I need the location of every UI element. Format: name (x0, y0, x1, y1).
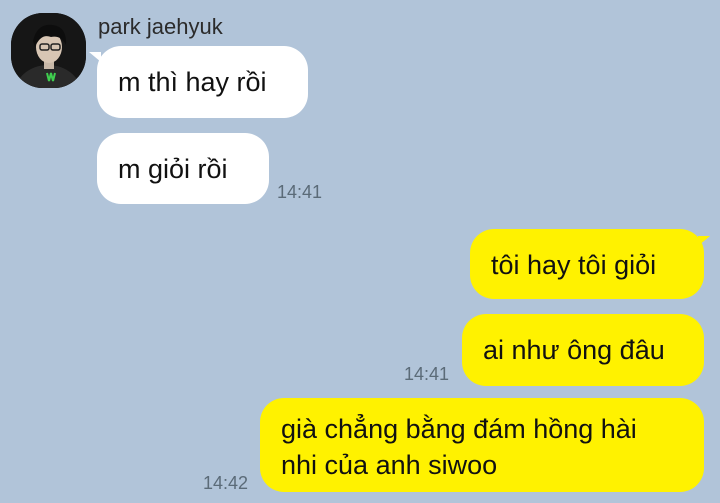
sender-name: park jaehyuk (98, 14, 223, 39)
message-text: m giỏi rồi (118, 154, 228, 184)
message-timestamp: 14:41 (404, 364, 450, 384)
user-avatar-photo-icon (11, 13, 86, 88)
message-text: tôi hay tôi giỏi (491, 250, 657, 280)
message-text-line: già chẳng bằng đám hồng hài (281, 414, 637, 444)
message-timestamp: 14:42 (203, 473, 249, 493)
incoming-message-bubble[interactable]: m giỏi rồi (97, 133, 269, 204)
message-text-line: nhi của anh siwoo (281, 450, 498, 480)
incoming-message-bubble[interactable]: m thì hay rồi (97, 46, 308, 118)
outgoing-message-bubble[interactable]: già chẳng bằng đám hồng hài nhi của anh … (260, 398, 704, 492)
message-timestamp: 14:41 (277, 182, 323, 202)
message-text: ai như ông đâu (483, 335, 665, 365)
sender-avatar[interactable] (11, 13, 86, 88)
outgoing-message-bubble[interactable]: ai như ông đâu (462, 314, 704, 386)
outgoing-message-bubble[interactable]: tôi hay tôi giỏi (470, 229, 704, 299)
message-text: m thì hay rồi (118, 67, 267, 97)
